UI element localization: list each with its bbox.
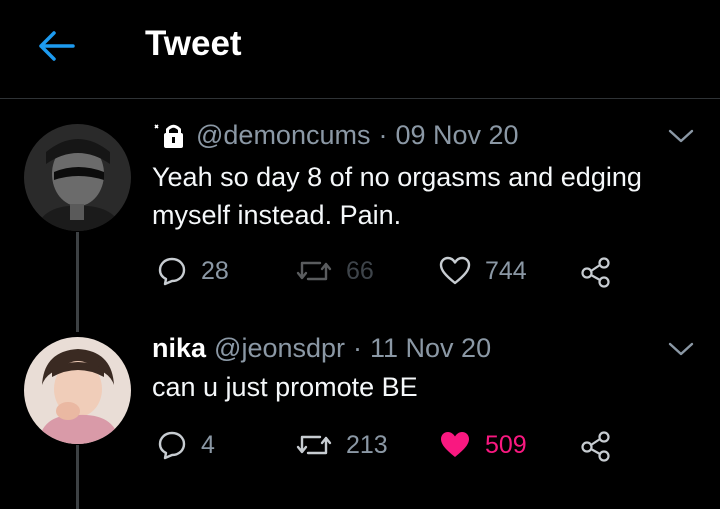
- user-display-name[interactable]: nika: [152, 333, 206, 364]
- avatar[interactable]: [24, 337, 131, 444]
- retweet-icon: [296, 435, 332, 455]
- heart-icon: [441, 432, 469, 457]
- heart-icon: [439, 256, 471, 285]
- reply-icon: [158, 431, 186, 460]
- top-bar: Tweet: [0, 0, 720, 99]
- reply-count: 28: [201, 256, 229, 285]
- retweet-count: 213: [346, 430, 388, 459]
- share-icon: [581, 257, 610, 288]
- retweet-button[interactable]: 66: [296, 256, 374, 286]
- like-count: 509: [485, 430, 527, 459]
- reply-count: 4: [201, 430, 215, 459]
- share-button[interactable]: [580, 256, 612, 288]
- chevron-down-icon: [668, 342, 694, 356]
- chevron-down-icon: [668, 129, 694, 143]
- avatar[interactable]: [24, 124, 131, 231]
- user-handle[interactable]: @jeonsdpr: [214, 333, 345, 364]
- tweet-date[interactable]: 09 Nov 20: [395, 120, 518, 151]
- retweet-icon: [296, 261, 332, 281]
- tweet-text: can u just promote BE: [152, 372, 418, 402]
- tweet-text: Yeah so day 8 of no orgasms and edging m…: [152, 162, 642, 230]
- back-button[interactable]: [34, 26, 78, 66]
- like-count: 744: [485, 256, 527, 285]
- tweet-header: nika @jeonsdpr · 11 Nov 20: [152, 333, 491, 364]
- reply-button[interactable]: 4: [157, 430, 215, 460]
- more-options-button[interactable]: [664, 124, 698, 148]
- tweet-header: @demoncums · 09 Nov 20: [152, 120, 519, 151]
- retweet-button[interactable]: 213: [296, 430, 388, 460]
- thread-line: [76, 445, 79, 509]
- page-title: Tweet: [145, 24, 242, 63]
- lock-icon: [152, 122, 186, 150]
- back-arrow-icon: [39, 31, 75, 61]
- reply-icon: [158, 257, 186, 286]
- share-button[interactable]: [580, 430, 612, 462]
- share-icon: [581, 431, 610, 462]
- like-button[interactable]: 509: [439, 430, 527, 460]
- user-handle[interactable]: @demoncums: [196, 120, 370, 151]
- separator-dot: ·: [378, 120, 388, 150]
- reply-button[interactable]: 28: [157, 256, 229, 286]
- retweet-count: 66: [346, 256, 374, 285]
- thread-line: [76, 232, 79, 332]
- tweet-date[interactable]: 11 Nov 20: [370, 333, 491, 364]
- like-button[interactable]: 744: [439, 256, 527, 286]
- separator-dot: ·: [353, 333, 363, 363]
- more-options-button[interactable]: [664, 337, 698, 361]
